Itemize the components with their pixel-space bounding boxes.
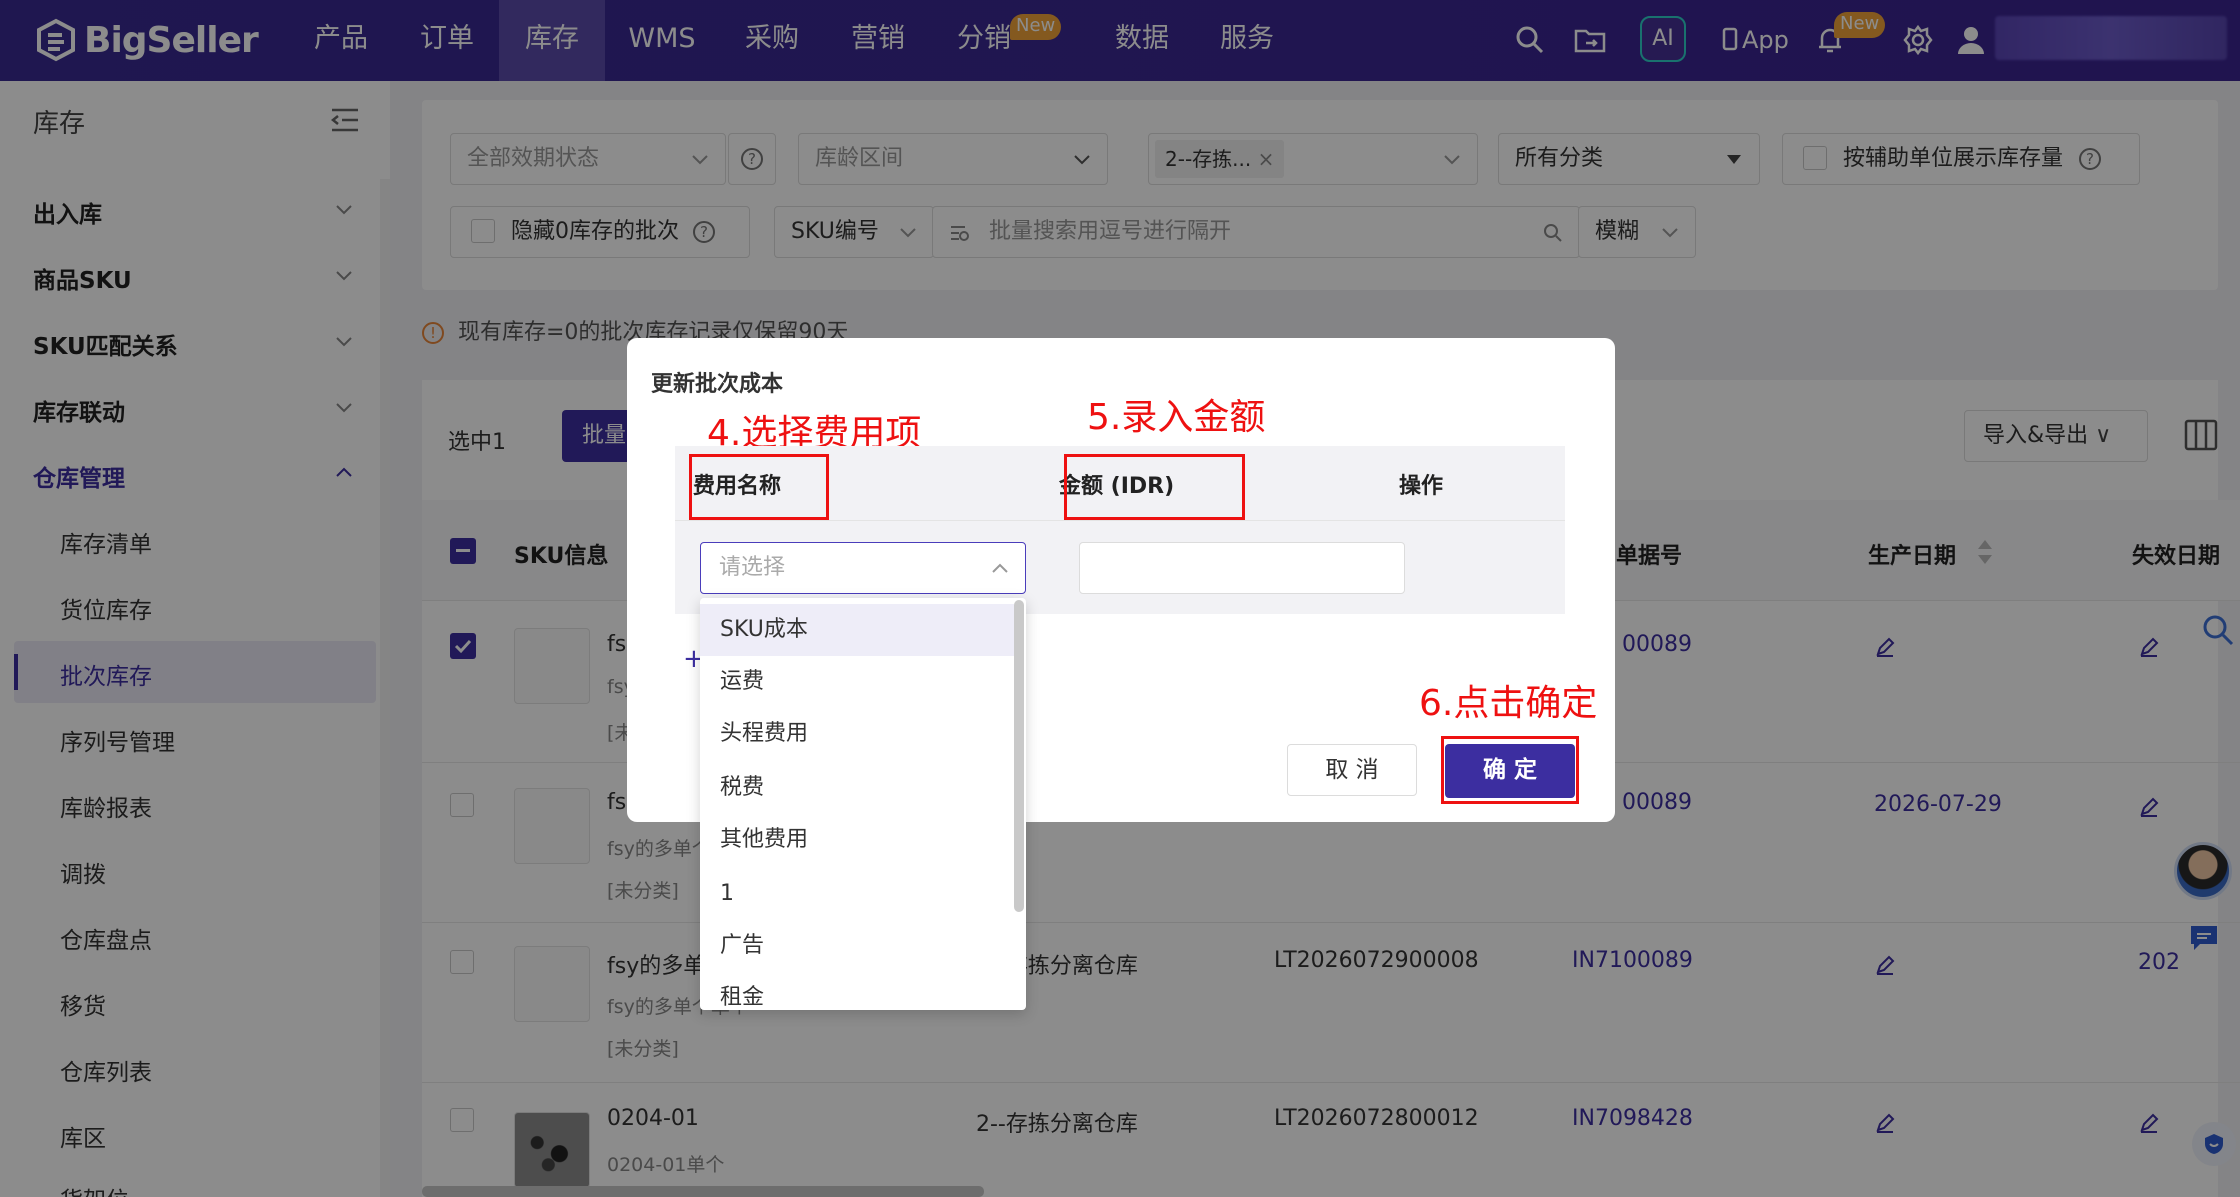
dropdown-option-freight[interactable]: 运费 [700, 656, 1014, 708]
confirm-button[interactable]: 确 定 [1445, 744, 1575, 798]
cancel-button[interactable]: 取 消 [1287, 744, 1417, 796]
chevron-up-icon [992, 563, 1008, 573]
annotation-step-6: 6.点击确定 [1419, 683, 1598, 724]
dropdown-option-rent[interactable]: 租金 [700, 972, 1014, 1010]
fee-item-placeholder: 请选择 [719, 555, 786, 580]
amount-input[interactable] [1079, 542, 1405, 594]
dropdown-option-first-leg[interactable]: 头程费用 [700, 708, 1014, 760]
dropdown-scrollbar[interactable] [1014, 600, 1024, 912]
annotation-box-amount [1064, 454, 1245, 520]
dropdown-option-1[interactable]: 1 [700, 868, 1014, 920]
header-action: 操作 [1399, 474, 1444, 499]
dropdown-option-sku-cost[interactable]: SKU成本 [700, 604, 1014, 656]
annotation-step-5: 5.录入金额 [1087, 397, 1266, 438]
modal-title: 更新批次成本 [651, 372, 784, 397]
annotation-box-fee-name [689, 454, 829, 520]
dropdown-option-other[interactable]: 其他费用 [700, 814, 1014, 866]
fee-item-dropdown: SKU成本 运费 头程费用 税费 其他费用 1 广告 租金 [700, 598, 1026, 1010]
fee-item-select[interactable]: 请选择 [700, 542, 1026, 594]
dropdown-option-tax[interactable]: 税费 [700, 762, 1014, 814]
dropdown-option-ads[interactable]: 广告 [700, 920, 1014, 972]
